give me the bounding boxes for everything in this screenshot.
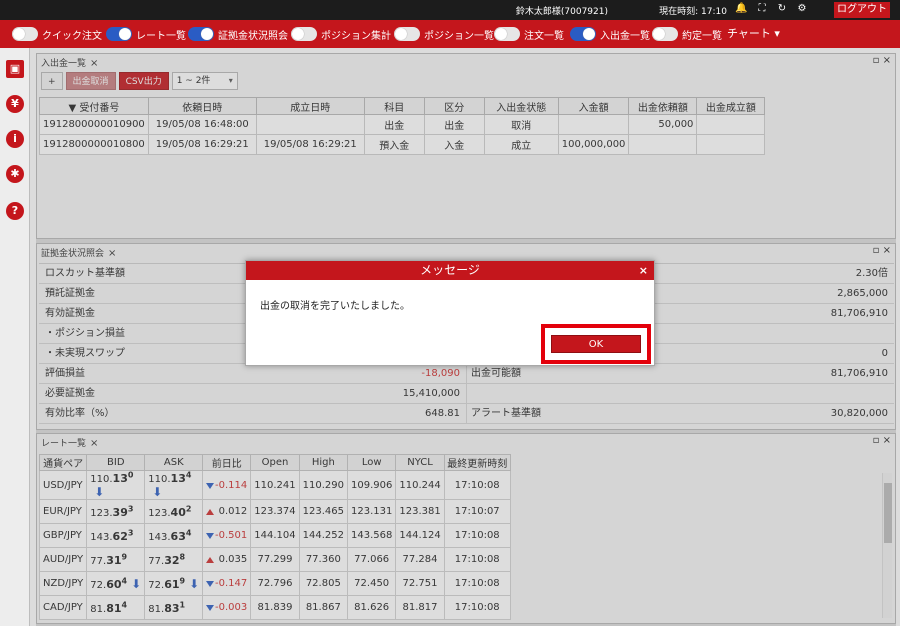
toggle-switch[interactable]: [394, 27, 420, 41]
toggle-switch[interactable]: [494, 27, 520, 41]
toggle-switch[interactable]: [652, 27, 678, 41]
nav-item[interactable]: ポジション一覧: [394, 26, 494, 42]
nav-item[interactable]: 証拠金状況照会: [188, 26, 288, 42]
toggle-switch[interactable]: [570, 27, 596, 41]
nav-item-label: 注文一覧: [524, 30, 564, 42]
nav-item-label: 入出金一覧: [600, 30, 650, 42]
refresh-icon[interactable]: ↻: [776, 3, 788, 15]
toggle-switch[interactable]: [12, 27, 38, 41]
nav-item-label: レート一覧: [136, 30, 186, 42]
nav-item[interactable]: クイック注文: [12, 26, 102, 42]
nav-item[interactable]: 入出金一覧: [570, 26, 650, 42]
sidebar: ▣ ¥ i ✱ ?: [0, 48, 30, 626]
close-icon[interactable]: ×: [639, 261, 648, 280]
top-bar: 鈴木太郎様(7007921) 現在時刻: 17:10 🔔 ⛶ ↻ ⚙ ログアウト: [0, 0, 900, 20]
gear-icon[interactable]: ⚙: [796, 3, 808, 15]
nav-item-label: 約定一覧: [682, 30, 722, 42]
message-dialog: メッセージ × 出金の取消を完了いたしました。 OK: [245, 260, 655, 366]
toggle-knob: [653, 28, 665, 40]
nav-item-label: ポジション集計: [321, 30, 391, 42]
toggle-knob: [201, 28, 213, 40]
settings-icon[interactable]: ✱: [6, 165, 24, 183]
toggle-knob: [495, 28, 507, 40]
current-time: 現在時刻: 17:10: [659, 7, 727, 17]
nav-item[interactable]: 注文一覧: [494, 26, 564, 42]
toggle-knob: [119, 28, 131, 40]
dialog-title: メッセージ: [420, 263, 480, 277]
toggle-knob: [292, 28, 304, 40]
toggle-switch[interactable]: [106, 27, 132, 41]
nav-bar: チャート ▾ クイック注文 レート一覧 証拠金状況照会 ポジション集計 ポジション一覧 注…: [0, 20, 900, 48]
save-icon[interactable]: ▣: [6, 60, 24, 78]
nav-item[interactable]: ポジション集計: [291, 26, 391, 42]
ok-button[interactable]: OK: [551, 335, 641, 353]
fullscreen-icon[interactable]: ⛶: [756, 3, 768, 15]
help-icon[interactable]: ?: [6, 202, 24, 220]
chart-menu[interactable]: チャート ▾: [727, 26, 780, 42]
toggle-knob: [395, 28, 407, 40]
nav-item[interactable]: レート一覧: [106, 26, 186, 42]
info-icon[interactable]: i: [6, 130, 24, 148]
toggle-switch[interactable]: [188, 27, 214, 41]
dialog-message: 出金の取消を完了いたしました。: [260, 301, 410, 312]
nav-item-label: クイック注文: [42, 30, 102, 42]
toggle-knob: [13, 28, 25, 40]
user-name: 鈴木太郎様(7007921): [515, 7, 608, 17]
nav-item-label: ポジション一覧: [424, 30, 494, 42]
nav-item-label: 証拠金状況照会: [218, 30, 288, 42]
bell-icon[interactable]: 🔔: [735, 3, 747, 15]
toggle-switch[interactable]: [291, 27, 317, 41]
logout-button[interactable]: ログアウト: [834, 2, 890, 18]
nav-item[interactable]: 約定一覧: [652, 26, 722, 42]
toggle-knob: [583, 28, 595, 40]
ok-highlight-frame: OK: [541, 324, 651, 364]
yen-icon[interactable]: ¥: [6, 95, 24, 113]
dialog-header: メッセージ ×: [246, 261, 654, 280]
